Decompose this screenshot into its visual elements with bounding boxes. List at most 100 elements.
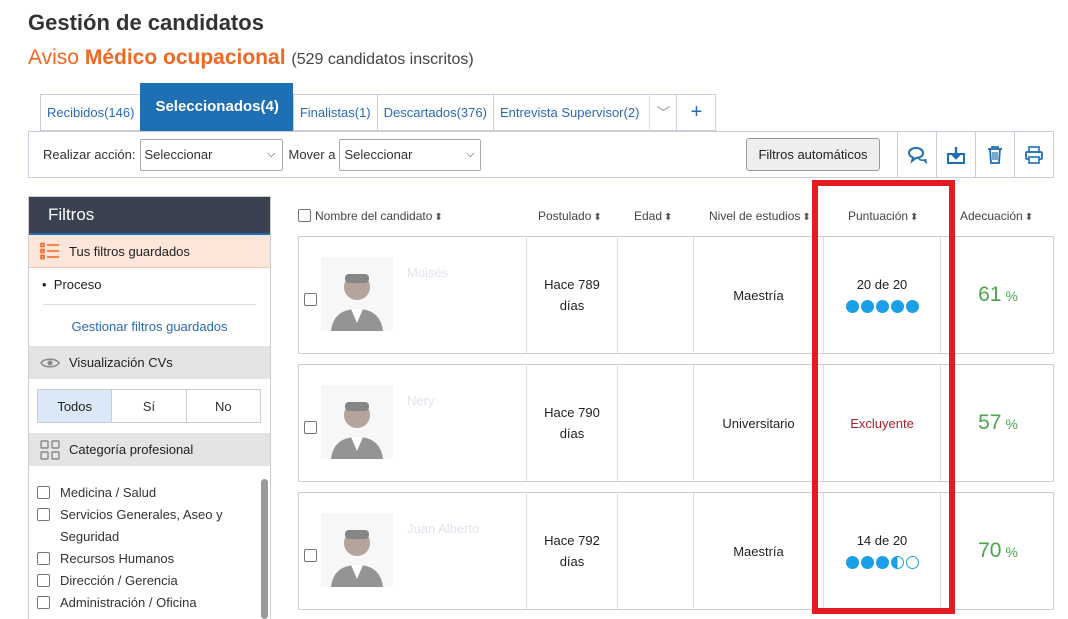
- list-icon: [37, 242, 63, 260]
- column-label: Nivel de estudios: [709, 209, 801, 223]
- education-cell: Maestría: [694, 237, 824, 353]
- candidate-photo[interactable]: [321, 513, 393, 587]
- cv-toggle-group: Todos Sí No: [37, 389, 261, 423]
- filters-title: Filtros: [29, 197, 270, 235]
- trash-icon[interactable]: [975, 132, 1014, 177]
- sort-icon: ⬍: [664, 212, 673, 223]
- category-label: Recursos Humanos: [60, 551, 175, 566]
- adequacy-value: 57%: [978, 411, 1018, 435]
- chevron-down-icon[interactable]: ﹀: [649, 94, 670, 131]
- adequacy-value: 70%: [978, 539, 1018, 563]
- row-checkbox[interactable]: [304, 421, 317, 434]
- education-cell: Maestría: [694, 493, 824, 609]
- checkbox[interactable]: [37, 552, 50, 565]
- action-select-value: Seleccionar: [144, 147, 213, 162]
- category-item[interactable]: Administración / Oficina: [37, 592, 270, 614]
- posted-value: Hace 792 días: [544, 533, 600, 569]
- sort-icon: ⬍: [593, 212, 602, 223]
- candidate-photo[interactable]: [321, 257, 393, 331]
- category-header[interactable]: Categoría profesional: [29, 433, 270, 466]
- adequacy-number: 57: [978, 411, 1002, 434]
- saved-filters-header[interactable]: Tus filtros guardados: [29, 235, 270, 268]
- move-select[interactable]: Seleccionar ⌵: [339, 138, 482, 171]
- candidate-name[interactable]: Nery: [407, 393, 434, 408]
- column-header-posted[interactable]: Postulado ⬍: [538, 209, 602, 223]
- column-header-adequacy[interactable]: Adecuación ⬍: [960, 209, 1033, 223]
- aviso-name[interactable]: Médico ocupacional: [85, 46, 286, 69]
- category-label: Servicios Generales, Aseo y Seguridad: [60, 507, 223, 544]
- checkbox[interactable]: [37, 596, 50, 609]
- posted-value: Hace 790 días: [544, 405, 600, 441]
- category-item[interactable]: Dirección / Gerencia: [37, 570, 270, 592]
- adequacy-cell: 61%: [941, 237, 1055, 353]
- posted-value: Hace 789 días: [544, 277, 600, 313]
- age-cell: [618, 365, 694, 481]
- column-header-name[interactable]: Nombre del candidato ⬍: [298, 209, 443, 223]
- tab-finalistas[interactable]: Finalistas(1): [292, 94, 377, 131]
- action-toolbar: Realizar acción: Seleccionar ⌵ Mover a S…: [28, 131, 1054, 178]
- category-item[interactable]: Recursos Humanos: [37, 548, 270, 570]
- education-cell: Universitario: [694, 365, 824, 481]
- column-label: Edad: [634, 209, 663, 223]
- action-label: Realizar acción:: [43, 147, 136, 162]
- column-header-education[interactable]: Nivel de estudios ⬍: [709, 209, 811, 223]
- cv-option-todos[interactable]: Todos: [38, 390, 113, 422]
- column-label: Adecuación: [960, 209, 1023, 223]
- move-select-value: Seleccionar: [344, 147, 413, 162]
- checkbox[interactable]: [37, 574, 50, 587]
- sort-icon: ⬍: [802, 212, 811, 223]
- checkbox[interactable]: [37, 486, 50, 499]
- row-checkbox[interactable]: [304, 549, 317, 562]
- candidate-name[interactable]: Moisés: [407, 265, 448, 280]
- chat-icon[interactable]: [897, 132, 936, 177]
- saved-filter-label: Proceso: [53, 277, 102, 292]
- adequacy-number: 70: [978, 539, 1002, 562]
- adequacy-cell: 70%: [941, 493, 1055, 609]
- saved-filter-item[interactable]: • Proceso: [29, 268, 270, 304]
- auto-filters-button[interactable]: Filtros automáticos: [746, 138, 880, 171]
- add-tab-button[interactable]: +: [676, 94, 717, 131]
- adequacy-percent: %: [1005, 416, 1018, 432]
- tab-seleccionados[interactable]: Seleccionados(4): [140, 83, 293, 131]
- category-list: Medicina / Salud Servicios Generales, As…: [29, 466, 270, 614]
- candidate-name[interactable]: Juan Alberto: [407, 521, 479, 536]
- row-checkbox[interactable]: [304, 293, 317, 306]
- select-all-checkbox[interactable]: [298, 209, 311, 223]
- column-label: Postulado: [538, 209, 592, 223]
- checkbox[interactable]: [37, 508, 50, 521]
- candidate-cell: Juan Alberto: [299, 493, 527, 609]
- adequacy-number: 61: [978, 283, 1002, 306]
- download-icon[interactable]: [936, 132, 975, 177]
- print-icon[interactable]: [1014, 132, 1053, 177]
- aviso-count: (529 candidatos inscritos): [291, 51, 474, 68]
- posted-cell: Hace 790 días: [527, 365, 618, 481]
- candidate-photo[interactable]: [321, 385, 393, 459]
- column-header-age[interactable]: Edad ⬍: [634, 209, 672, 223]
- sidebar-scrollbar[interactable]: [261, 479, 268, 619]
- action-select[interactable]: Seleccionar ⌵: [139, 138, 283, 171]
- aviso-prefix: Aviso: [28, 46, 79, 69]
- tab-entrevista-supervisor[interactable]: Entrevista Supervisor(2) ﹀: [492, 94, 677, 131]
- cv-visualization-title: Visualización CVs: [69, 355, 173, 370]
- category-item[interactable]: Medicina / Salud: [37, 482, 270, 504]
- age-cell: [618, 493, 694, 609]
- adequacy-value: 61%: [978, 283, 1018, 307]
- page-title: Gestión de candidatos: [28, 10, 264, 35]
- cv-option-no[interactable]: No: [187, 390, 260, 422]
- tab-recibidos[interactable]: Recibidos(146): [40, 94, 141, 131]
- manage-filters-link[interactable]: Gestionar filtros guardados: [29, 305, 270, 346]
- tab-descartados[interactable]: Descartados(376): [376, 94, 493, 131]
- posted-cell: Hace 792 días: [527, 493, 618, 609]
- candidate-cell: Moisés: [299, 237, 527, 353]
- education-value: Maestría: [733, 543, 784, 559]
- saved-filters-title: Tus filtros guardados: [69, 243, 190, 259]
- category-item[interactable]: Servicios Generales, Aseo y Seguridad: [37, 504, 270, 548]
- adequacy-cell: 57%: [941, 365, 1055, 481]
- cv-option-si[interactable]: Sí: [112, 390, 187, 422]
- cv-visualization-header[interactable]: Visualización CVs: [29, 346, 270, 379]
- candidate-cell: Nery: [299, 365, 527, 481]
- grid-icon: [37, 439, 63, 460]
- eye-icon: [37, 356, 63, 370]
- aviso-title: Aviso Médico ocupacional (529 candidatos…: [28, 46, 474, 70]
- column-label: Nombre del candidato: [315, 209, 433, 223]
